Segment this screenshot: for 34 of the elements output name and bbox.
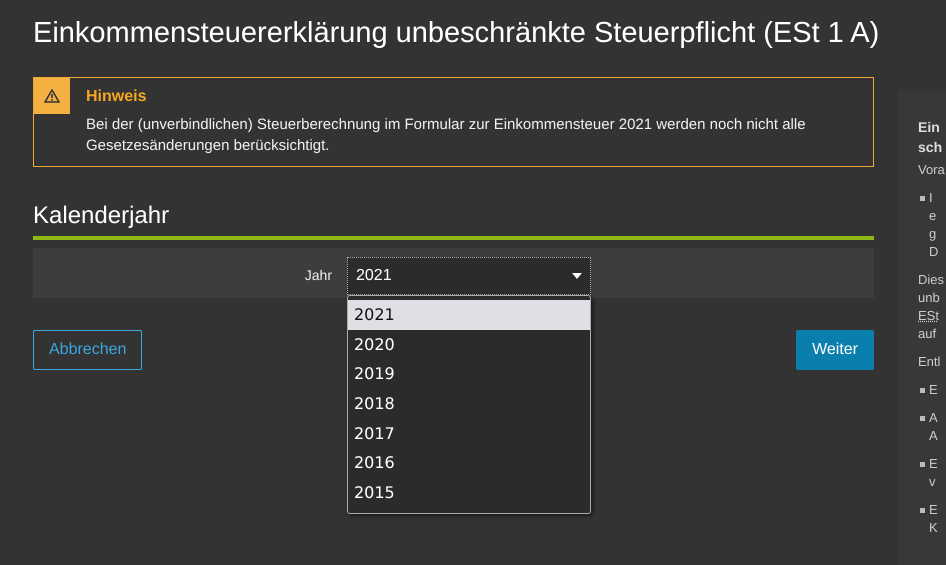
notice-title: Hinweis <box>86 87 148 107</box>
dropdown-option[interactable]: 2019 <box>348 359 590 390</box>
bullet-icon <box>920 416 925 421</box>
sidebar-heading: Ein sch <box>918 118 944 157</box>
year-select[interactable]: 2021 <box>347 257 591 295</box>
caret-icon <box>572 273 582 279</box>
bullet-icon <box>920 196 925 201</box>
sidebar-list-item: E v <box>929 455 938 491</box>
field-label: Jahr <box>304 266 333 283</box>
bullet-icon <box>920 388 925 393</box>
sidebar-list-item: E K <box>929 501 938 537</box>
dropdown-option[interactable]: 2021 <box>348 300 590 330</box>
sidebar-link[interactable]: ESt <box>918 307 946 325</box>
cancel-button[interactable]: Abbrechen <box>33 330 142 370</box>
dropdown-option[interactable]: 2018 <box>348 389 590 419</box>
sidebar-list-item: I e g D <box>929 189 938 261</box>
bullet-icon <box>920 462 925 467</box>
notice-text: Bei der (unverbindlichen) Steuerberechnung im Formular zur Einkommensteuer 2021 werden noch nicht alle Gesetzesänderungen berücksichtigt. <box>86 115 807 156</box>
bullet-icon <box>920 508 925 513</box>
dropdown-option[interactable]: 2015 <box>348 478 590 508</box>
dropdown-option[interactable]: 2020 <box>348 330 590 360</box>
dropdown-option[interactable]: 2016 <box>348 448 590 478</box>
sidebar-text: Dies <box>918 271 946 289</box>
page-title: Einkommensteuererklärung unbeschränkte Steuerpflicht (ESt 1 A) <box>33 16 880 51</box>
warning-icon <box>44 89 60 103</box>
dropdown-option[interactable]: 2017 <box>348 418 590 448</box>
sidebar-list-item: A A <box>929 409 938 445</box>
section-heading: Kalenderjahr <box>33 201 170 231</box>
sidebar-text: auf <box>918 325 938 343</box>
sidebar-text: Entl <box>918 353 942 371</box>
sidebar-list-item: E <box>929 381 938 399</box>
sidebar-text: unb <box>918 289 941 307</box>
sidebar-text: Vora <box>918 161 946 179</box>
next-button[interactable]: Weiter <box>796 330 874 370</box>
